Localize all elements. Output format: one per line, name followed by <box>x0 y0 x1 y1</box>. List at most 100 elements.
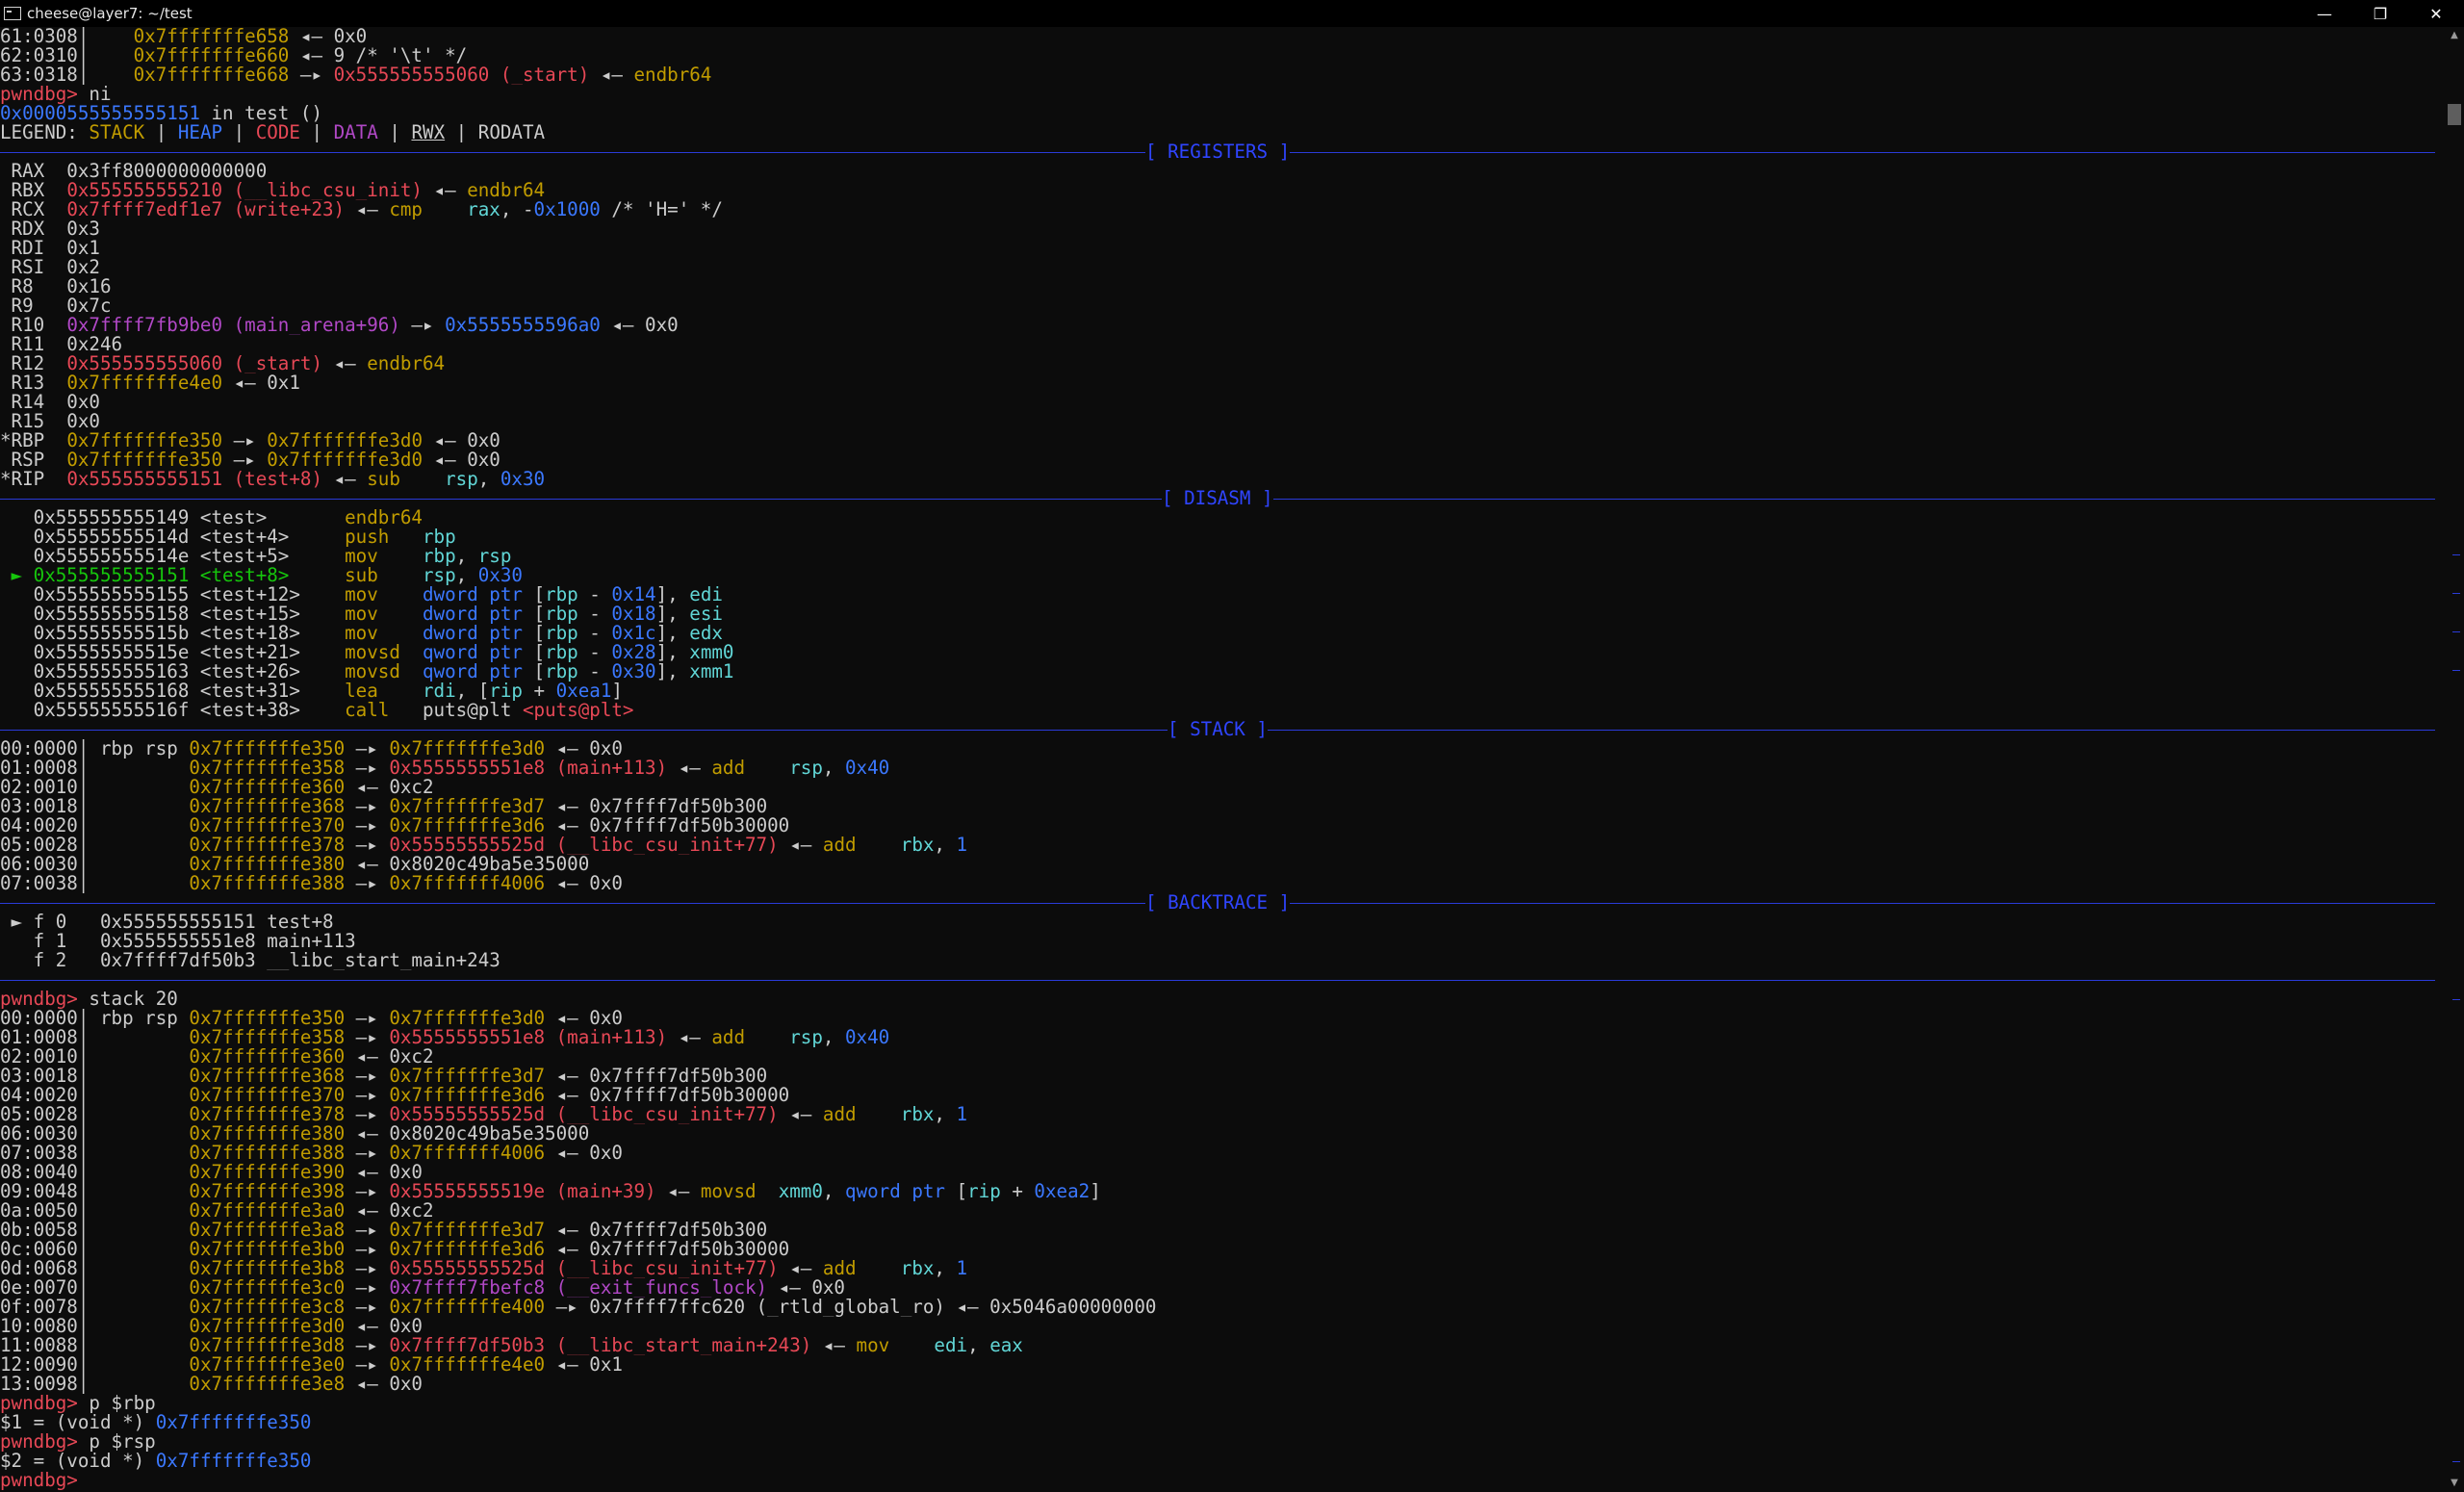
text-segment: 0x7fffffffe3b0 <box>189 1240 346 1259</box>
text-segment: ◂— 0x1 <box>545 1355 623 1375</box>
scroll-down-icon[interactable]: ▼ <box>2445 1475 2464 1492</box>
text-segment: /* 'H=' */ <box>600 200 723 219</box>
text-segment: ◂— 9 /* '\t' */ <box>289 46 468 65</box>
terminal-line: 10:0080│ 0x7fffffffe3d0 ◂— 0x0 <box>0 1317 2445 1336</box>
terminal-line: pwndbg> ni <box>0 85 2445 104</box>
terminal-line: 11:0088│ 0x7fffffffe3d8 —▸ 0x7ffff7df50b… <box>0 1336 2445 1355</box>
terminal-output[interactable]: 61:0308│ 0x7fffffffe658 ◂— 0x0 62:0310│ 0… <box>0 27 2445 1492</box>
text-segment: 0c:0060│ <box>0 1240 190 1259</box>
text-segment: 0x1c <box>611 624 656 643</box>
text-segment: 0x7fffffffe3c8 <box>189 1298 346 1317</box>
text-segment: - <box>578 662 612 682</box>
text-segment: 03:0018│ <box>0 1067 190 1086</box>
minimize-button[interactable]: — <box>2297 0 2352 27</box>
text-segment: 02:0010│ <box>0 1047 190 1067</box>
text-segment: ◂— 0xc2 <box>345 1201 434 1221</box>
terminal-line: 06:0030│ 0x7fffffffe380 ◂— 0x8020c49ba5e… <box>0 855 2445 874</box>
text-segment: , <box>822 1182 846 1201</box>
text-segment: —▸ <box>345 1240 390 1259</box>
text-segment: 0x7fffffffe368 <box>189 1067 346 1086</box>
text-segment: 0a:0050│ <box>0 1201 190 1221</box>
text-segment: RDI 0x1 <box>0 239 100 258</box>
terminal-line: 05:0028│ 0x7fffffffe378 —▸ 0x55555555525… <box>0 1105 2445 1124</box>
text-segment: —▸ <box>222 450 268 470</box>
text-segment: esi <box>689 605 723 624</box>
text-segment: 0x555555555151 (test+8) <box>66 470 323 489</box>
scrollbar-thumb[interactable] <box>2448 104 2461 125</box>
divider-line <box>0 980 2435 981</box>
terminal-line: ► 0x555555555151 <test+8> sub rsp, 0x30 <box>0 566 2445 585</box>
text-segment: 0x7fffffffe3b8 <box>189 1259 346 1278</box>
text-segment: R9 0x7c <box>0 296 112 316</box>
section-title: [ DISASM ] <box>1162 489 1273 508</box>
text-segment: dword ptr <box>422 624 534 643</box>
close-button[interactable]: ✕ <box>2408 0 2464 27</box>
text-segment: 08:0040│ <box>0 1163 190 1182</box>
text-segment: 0x5555555551e8 (main+113) <box>389 1028 668 1047</box>
text-segment: ] <box>1090 1182 1101 1201</box>
text-segment: endbr64 <box>367 354 446 373</box>
scroll-up-icon[interactable]: ▲ <box>2445 27 2464 44</box>
terminal-line: ► f 0 0x555555555151 test+8 <box>0 913 2445 932</box>
text-segment: eax <box>989 1336 1023 1355</box>
terminal-line: 61:0308│ 0x7fffffffe658 ◂— 0x0 <box>0 27 2445 46</box>
maximize-button[interactable]: ❐ <box>2352 0 2408 27</box>
text-segment: 01:0008│ <box>0 759 190 778</box>
text-segment: —▸ <box>345 1105 390 1124</box>
text-segment: cmp <box>389 200 468 219</box>
text-segment: R13 <box>0 373 67 393</box>
text-segment: 0x30 <box>477 566 523 585</box>
text-segment: ◂— 0x0 <box>545 1009 623 1028</box>
text-segment: , <box>822 759 845 778</box>
text-segment: 62:0310│ <box>0 46 134 65</box>
terminal-line: 09:0048│ 0x7fffffffe398 —▸ 0x55555555519… <box>0 1182 2445 1201</box>
text-segment: ◂— 0x0 <box>289 27 368 46</box>
text-segment: rip <box>489 682 523 701</box>
terminal-line: R9 0x7c <box>0 296 2445 316</box>
text-segment: 0e:0070│ <box>0 1278 190 1298</box>
text-segment: ◂— 0x0 <box>767 1278 845 1298</box>
text-segment: 0x7fffffffe660 <box>133 46 290 65</box>
text-segment: 0x7fffffffe3a0 <box>189 1201 346 1221</box>
text-segment: HEAP <box>177 123 223 142</box>
terminal-line: *RBP 0x7fffffffe350 —▸ 0x7fffffffe3d0 ◂—… <box>0 431 2445 450</box>
text-segment: sub <box>345 566 423 585</box>
section-banner: [ STACK ] <box>0 720 2445 739</box>
text-segment: 0x55555555525d (__libc_csu_init+77) <box>389 1105 779 1124</box>
text-segment: ], <box>655 605 690 624</box>
terminal-line: 0x55555555514d <test+4> push rbp <box>0 527 2445 547</box>
text-segment: ◂— 0x8020c49ba5e35000 <box>345 1124 590 1144</box>
terminal-line: R13 0x7fffffffe4e0 ◂— 0x1 <box>0 373 2445 393</box>
terminal-line: R11 0x246 <box>0 335 2445 354</box>
minimize-icon: — <box>2317 4 2332 23</box>
text-segment: + <box>522 682 556 701</box>
text-segment: 61:0308│ <box>0 27 134 46</box>
text-segment: CODE <box>255 123 300 142</box>
text-segment: 0x18 <box>611 605 656 624</box>
text-segment: 0x7fffffffe3d8 <box>189 1336 346 1355</box>
text-segment: ◂— 0x0 <box>345 1317 423 1336</box>
text-segment: | <box>377 123 412 142</box>
text-segment: *RIP <box>0 470 67 489</box>
text-segment: 0x55555555514d <test+4> <box>0 527 346 547</box>
window-title: cheese@layer7: ~/test <box>27 5 192 22</box>
text-segment: 0x55555555515e <test+21> <box>0 643 346 662</box>
text-segment: ni <box>77 85 112 104</box>
text-segment: 0x7fffffffe668 <box>133 65 290 85</box>
text-segment: 0x7fffffffe3d6 <box>389 1240 546 1259</box>
text-segment: 1 <box>956 836 968 855</box>
text-segment: 01:0008│ <box>0 1028 190 1047</box>
terminal-line: R12 0x555555555060 (_start) ◂— endbr64 <box>0 354 2445 373</box>
scrollbar-marker <box>2452 593 2460 594</box>
close-icon: ✕ <box>2429 4 2443 23</box>
terminal-scrollbar[interactable]: ▲ ▼ <box>2445 27 2464 1492</box>
terminal-line: 02:0010│ 0x7fffffffe360 ◂— 0xc2 <box>0 778 2445 797</box>
terminal-line: $2 = (void *) 0x7fffffffe350 <box>0 1452 2445 1471</box>
text-segment: rbp <box>422 547 456 566</box>
window-titlebar[interactable]: cheese@layer7: ~/test — ❐ ✕ <box>0 0 2464 27</box>
text-segment: - <box>578 605 612 624</box>
text-segment: ◂— 0x0 <box>600 316 679 335</box>
text-segment: endbr64 <box>633 65 712 85</box>
text-segment: 0x7fffffffe350 <box>189 1009 346 1028</box>
text-segment: [ <box>533 605 546 624</box>
